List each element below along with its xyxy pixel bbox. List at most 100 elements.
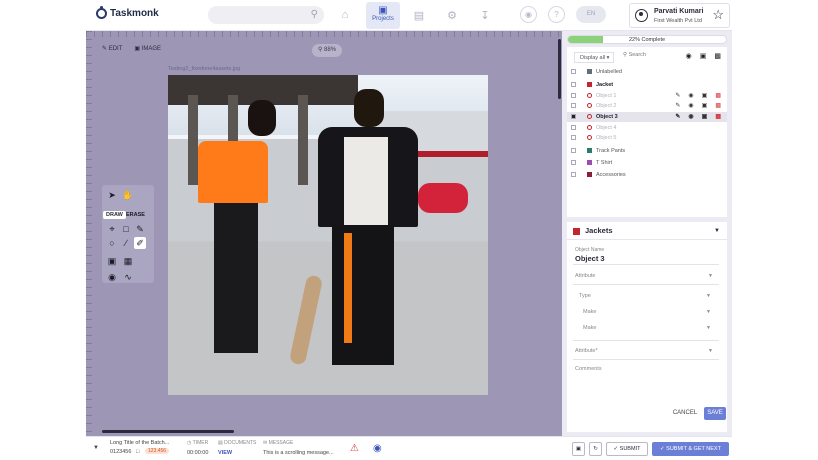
- divider: [573, 264, 719, 265]
- pan-hand-icon[interactable]: ✋: [122, 189, 134, 201]
- user-menu[interactable]: Parvati Kumari First Wealth Pvt Ltd ☆: [629, 3, 730, 28]
- submit-button[interactable]: ✓ SUBMIT: [606, 442, 648, 456]
- divider: [573, 340, 719, 341]
- tab-draw[interactable]: DRAW: [103, 211, 126, 219]
- point-icon[interactable]: ◉: [106, 271, 118, 283]
- tab-edit[interactable]: ✎ EDIT: [102, 45, 122, 52]
- object-row[interactable]: Object 3 ✎ ◉ ▣ ▩: [567, 112, 727, 122]
- line-icon[interactable]: ∕: [120, 237, 132, 249]
- model-field[interactable]: Make: [583, 325, 596, 331]
- crop-icon[interactable]: ▣: [106, 255, 118, 267]
- trash-icon[interactable]: ▩: [715, 112, 721, 122]
- object-row[interactable]: Unlabelled: [567, 67, 727, 77]
- reports-icon[interactable]: ▤: [409, 6, 429, 24]
- language-toggle[interactable]: EN: [576, 6, 606, 23]
- tab-image[interactable]: ▣ IMAGE: [134, 45, 161, 52]
- collapse-chevron-icon[interactable]: ▼: [93, 445, 99, 451]
- global-search-input[interactable]: ⚲: [208, 6, 324, 24]
- copy-icon[interactable]: □: [136, 449, 139, 455]
- row-checkbox[interactable]: [571, 114, 576, 119]
- home-icon[interactable]: ⌂: [335, 6, 355, 24]
- object-row[interactable]: Object 1 ✎ ◉ ▣ ▩: [567, 91, 727, 101]
- type-field[interactable]: Type: [579, 293, 591, 299]
- display-filter-select[interactable]: Display all ▾: [574, 52, 614, 63]
- download-icon[interactable]: ↧: [475, 6, 495, 24]
- row-checkbox[interactable]: [571, 82, 576, 87]
- object-row[interactable]: T Shirt: [567, 158, 727, 168]
- bell-icon[interactable]: ◉: [520, 6, 537, 23]
- make-field[interactable]: Make: [583, 309, 596, 315]
- trash-icon[interactable]: ▩: [714, 52, 721, 60]
- warning-icon[interactable]: ⚠: [350, 443, 359, 454]
- class-selector[interactable]: Jackets ▼: [567, 222, 727, 240]
- horizontal-scrollbar[interactable]: [102, 430, 234, 433]
- documents-view-link[interactable]: VIEW: [218, 450, 232, 456]
- trash-icon[interactable]: ▩: [715, 101, 721, 111]
- eye-icon[interactable]: ◉: [688, 91, 693, 101]
- comments-field[interactable]: Comments: [575, 366, 602, 372]
- select-pointer-icon[interactable]: ➤: [106, 189, 118, 201]
- lock-icon[interactable]: ▣: [702, 101, 708, 111]
- object-row[interactable]: Object 4: [567, 123, 727, 133]
- object-search-input[interactable]: ⚲ Search: [623, 52, 646, 58]
- trash-icon[interactable]: ▩: [715, 91, 721, 101]
- save-button[interactable]: SAVE: [704, 407, 726, 420]
- eye-icon[interactable]: ◉: [688, 112, 693, 122]
- row-checkbox[interactable]: [571, 103, 576, 108]
- pencil-icon[interactable]: ✎: [675, 101, 680, 111]
- row-checkbox[interactable]: [571, 172, 576, 177]
- eye-icon[interactable]: ◉: [688, 101, 693, 111]
- search-icon: ⚲: [310, 9, 318, 20]
- row-checkbox[interactable]: [571, 160, 576, 165]
- row-checkbox[interactable]: [571, 148, 576, 153]
- cancel-button[interactable]: CANCEL: [671, 407, 699, 420]
- submit-get-next-button[interactable]: ✓ SUBMIT & GET NEXT: [652, 442, 729, 456]
- settings-icon[interactable]: ⚙: [442, 6, 462, 24]
- circle-icon[interactable]: ○: [106, 237, 118, 249]
- pencil-icon[interactable]: ✎: [675, 91, 680, 101]
- row-checkbox[interactable]: [571, 69, 576, 74]
- pencil-icon[interactable]: ✎: [675, 112, 680, 122]
- lock-icon[interactable]: ▣: [702, 112, 708, 122]
- object-row[interactable]: Object 5: [567, 133, 727, 143]
- object-row[interactable]: Object 2 ✎ ◉ ▣ ▩: [567, 101, 727, 111]
- brush-icon[interactable]: ✐: [134, 237, 146, 249]
- star-icon[interactable]: ☆: [712, 7, 724, 23]
- vertical-scrollbar[interactable]: [558, 39, 561, 99]
- rectangle-icon[interactable]: □: [120, 223, 132, 235]
- annotation-canvas[interactable]: ✎ EDIT ▣ IMAGE ⚲ 88% Testing2_fixedone4a…: [86, 31, 562, 436]
- row-checkbox[interactable]: [571, 125, 576, 130]
- polygon-icon[interactable]: ⌖: [106, 223, 118, 235]
- row-checkbox[interactable]: [571, 93, 576, 98]
- history-icon[interactable]: ↻: [589, 442, 602, 456]
- nav-projects[interactable]: ▣ Projects: [366, 2, 400, 29]
- annotation-image[interactable]: [168, 75, 488, 395]
- top-bar: Taskmonk ⚲ ⌂ ▣ Projects ▤ ⚙ ↧ ◉ ? EN Par…: [86, 0, 732, 31]
- row-actions: ✎ ◉ ▣ ▩: [675, 112, 721, 122]
- tab-erase[interactable]: ERASE: [126, 212, 145, 218]
- app-logo[interactable]: Taskmonk: [96, 6, 159, 19]
- photo-pants-stripe: [344, 233, 352, 343]
- image-tool-icon[interactable]: ▦: [122, 255, 134, 267]
- polyline-icon[interactable]: ∿: [122, 271, 134, 283]
- object-row[interactable]: Jacket: [567, 80, 727, 90]
- save-draft-icon[interactable]: ▣: [572, 442, 585, 456]
- zoom-indicator[interactable]: ⚲ 88%: [312, 44, 342, 57]
- location-pin-icon[interactable]: ◉: [373, 443, 382, 454]
- chevron-down-icon: ▼: [714, 228, 720, 234]
- object-name-field[interactable]: Object 3: [575, 254, 605, 263]
- divider: [573, 359, 719, 360]
- chevron-down-icon: ▼: [706, 325, 711, 331]
- object-row[interactable]: Track Pants: [567, 146, 727, 156]
- attribute-field[interactable]: Attribute: [575, 273, 595, 279]
- pen-icon[interactable]: ✎: [134, 223, 146, 235]
- row-checkbox[interactable]: [571, 135, 576, 140]
- attribute2-field[interactable]: Attribute*: [575, 348, 598, 354]
- object-row-label: Track Pants: [596, 148, 626, 154]
- eye-icon[interactable]: ◉: [686, 52, 692, 60]
- lock-icon[interactable]: ▣: [700, 52, 707, 60]
- lock-icon[interactable]: ▣: [702, 91, 708, 101]
- object-row[interactable]: Accessories: [567, 170, 727, 180]
- help-icon[interactable]: ?: [548, 6, 565, 23]
- row-actions: ✎ ◉ ▣ ▩: [675, 101, 721, 111]
